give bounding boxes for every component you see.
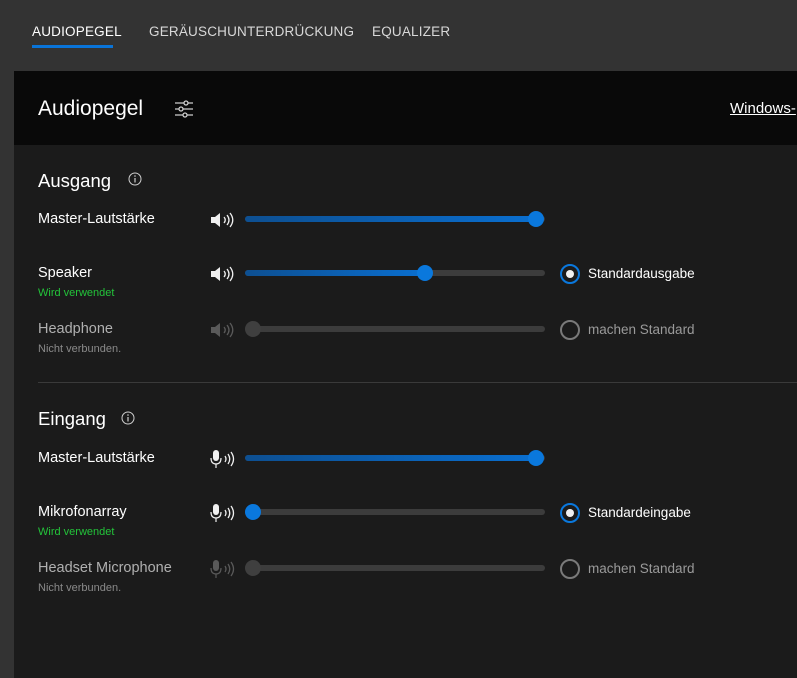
device-status-headphone: Nicht verbunden. xyxy=(38,343,122,355)
microphone-icon[interactable] xyxy=(210,449,238,469)
speaker-icon[interactable] xyxy=(210,210,238,230)
input-master-label: Master-Lautstärke xyxy=(38,450,155,466)
tab-equalizer[interactable]: EQUALIZER xyxy=(372,24,450,39)
slider-track xyxy=(245,565,545,571)
tab-geraeuschunterdrueckung[interactable]: GERÄUSCHUNTERDRÜCKUNG xyxy=(149,24,354,39)
radio-label-headphone: machen Standard xyxy=(588,322,695,337)
page-title: Audiopegel xyxy=(38,97,144,120)
slider-thumb[interactable] xyxy=(528,450,544,466)
device-status-speaker: Wird verwendet xyxy=(38,287,115,299)
tab-audiopegel[interactable]: AUDIOPEGEL xyxy=(32,24,122,39)
panel-header: Audiopegel Windows- xyxy=(14,71,797,145)
slider-fill xyxy=(245,270,425,276)
section-divider xyxy=(38,382,797,383)
radio-label-headset-microphone: machen Standard xyxy=(588,561,695,576)
default-output-radio-speaker[interactable] xyxy=(560,264,580,284)
radio-label-mikrofonarray: Standardeingabe xyxy=(588,505,691,520)
mikrofonarray-volume-slider[interactable] xyxy=(245,503,545,521)
slider-thumb xyxy=(245,321,261,337)
device-name-headphone: Headphone xyxy=(38,321,113,337)
audio-levels-panel: Audiopegel Windows- Ausgang Master-Lauts… xyxy=(14,71,797,678)
headset-microphone-volume-slider xyxy=(245,559,545,577)
device-name-speaker: Speaker xyxy=(38,265,93,281)
radio-label-speaker: Standardausgabe xyxy=(588,266,695,281)
slider-thumb[interactable] xyxy=(417,265,433,281)
slider-thumb[interactable] xyxy=(528,211,544,227)
headphone-volume-slider xyxy=(245,320,545,338)
slider-track xyxy=(245,509,545,515)
slider-thumb[interactable] xyxy=(245,504,261,520)
input-master-slider[interactable] xyxy=(245,449,545,467)
make-default-radio-headset-microphone[interactable] xyxy=(560,559,580,579)
windows-settings-link[interactable]: Windows- xyxy=(730,100,796,117)
speaker-icon[interactable] xyxy=(210,264,238,284)
section-title-output: Ausgang xyxy=(38,170,112,191)
output-master-label: Master-Lautstärke xyxy=(38,211,155,227)
radio-dot xyxy=(566,509,574,517)
microphone-icon xyxy=(210,559,235,579)
sliders-icon[interactable] xyxy=(173,98,195,120)
radio-ring xyxy=(560,320,580,340)
active-tab-indicator xyxy=(32,45,113,48)
section-title-input: Eingang xyxy=(38,408,106,429)
radio-dot xyxy=(566,270,574,278)
device-name-headset-microphone: Headset Microphone xyxy=(38,560,172,576)
make-default-radio-headphone[interactable] xyxy=(560,320,580,340)
device-status-headset-microphone: Nicht verbunden. xyxy=(38,582,122,594)
slider-track xyxy=(245,326,545,332)
slider-thumb xyxy=(245,560,261,576)
info-icon[interactable] xyxy=(128,172,142,186)
radio-ring xyxy=(560,559,580,579)
microphone-icon[interactable] xyxy=(210,503,238,523)
device-status-mikrofonarray: Wird verwendet xyxy=(38,526,115,538)
device-name-mikrofonarray: Mikrofonarray xyxy=(38,504,127,520)
slider-fill xyxy=(245,455,536,461)
speaker-volume-slider[interactable] xyxy=(245,264,545,282)
output-master-slider[interactable] xyxy=(245,210,545,228)
speaker-icon xyxy=(210,322,234,338)
default-input-radio-mikrofonarray[interactable] xyxy=(560,503,580,523)
top-navigation: AUDIOPEGEL GERÄUSCHUNTERDRÜCKUNG EQUALIZ… xyxy=(0,0,797,70)
slider-fill xyxy=(245,216,536,222)
info-icon[interactable] xyxy=(121,411,135,425)
